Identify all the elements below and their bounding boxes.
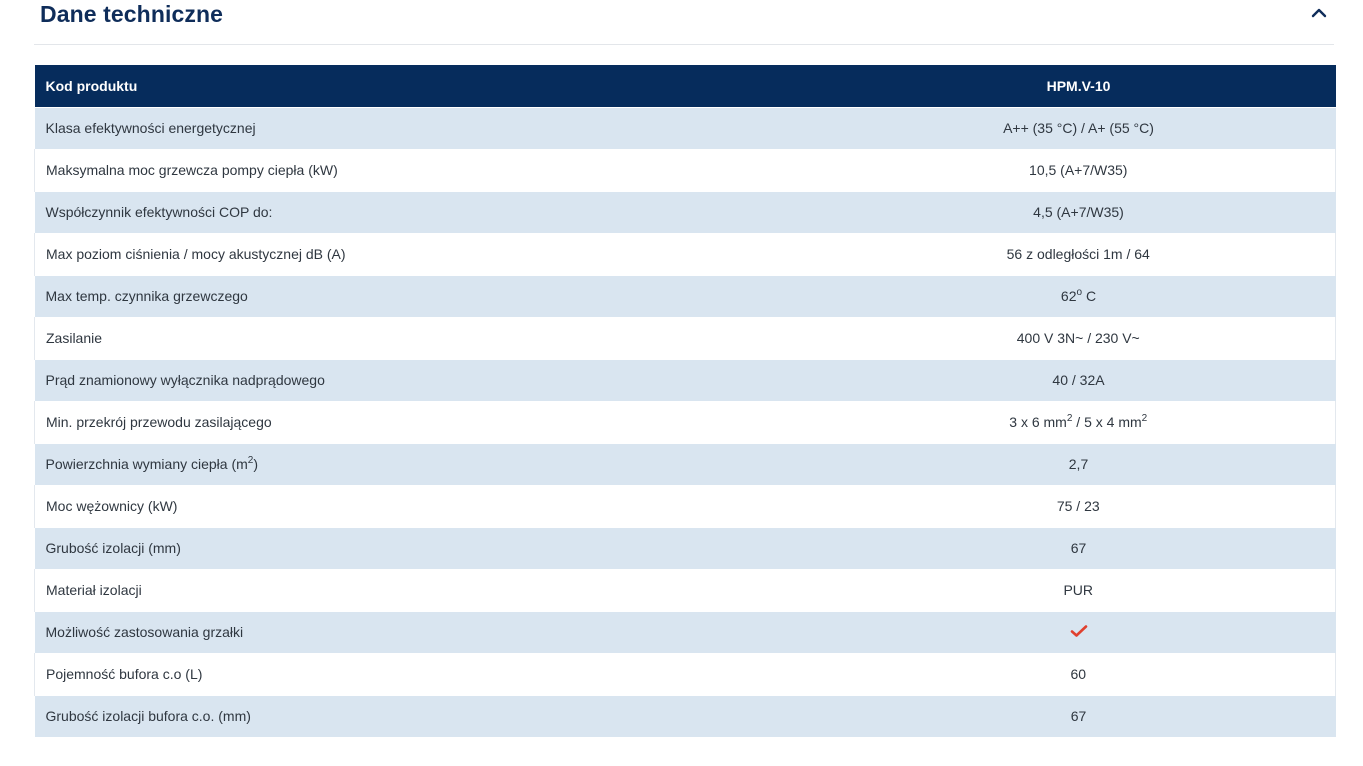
value-main: 62: [1060, 288, 1077, 304]
row-label: Możliwość zastosowania grzałki: [45, 624, 244, 640]
table-row: Grubość izolacji (mm) 67: [34, 527, 1336, 569]
value-tail: C: [1082, 288, 1097, 304]
row-value: 4,5 (A+7/W35): [1033, 204, 1124, 220]
label-main: Powierzchnia wymiany ciepła (m: [45, 456, 248, 472]
value-part-b: / 5 x 4 mm: [1072, 414, 1142, 430]
value-part-b-sup: 2: [1141, 413, 1148, 424]
table-row: Zasilanie 400 V 3N~ / 230 V~: [34, 317, 1336, 359]
table-row: Powierzchnia wymiany ciepła (m2) 2,7: [34, 443, 1336, 485]
table-row: Grubość izolacji bufora c.o. (mm) 67: [34, 695, 1336, 737]
row-label: Powierzchnia wymiany ciepła (m2): [35, 443, 822, 485]
row-label: Współczynnik efektywności COP do:: [45, 204, 273, 220]
row-value: 67: [1070, 540, 1087, 556]
row-value: 400 V 3N~ / 230 V~: [821, 317, 1336, 359]
row-value: 40 / 32A: [1052, 372, 1105, 388]
row-label: Max poziom ciśnienia / mocy akustycznej …: [34, 233, 822, 275]
row-value: 3 x 6 mm2 / 5 x 4 mm2: [821, 401, 1336, 443]
row-value: [822, 611, 1336, 653]
row-value: PUR: [821, 569, 1336, 611]
value-part-a: 3 x 6 mm: [1009, 414, 1067, 430]
row-label: Moc wężownicy (kW): [34, 485, 822, 527]
row-value: 67: [1070, 708, 1087, 725]
checkmark-icon: [1070, 624, 1088, 641]
table-row: Klasa efektywności energetycznej A++ (35…: [34, 107, 1336, 149]
row-value: 75 / 23: [821, 485, 1336, 527]
table-row: Max poziom ciśnienia / mocy akustycznej …: [34, 233, 1336, 275]
row-label: Grubość izolacji bufora c.o. (mm): [45, 708, 251, 725]
table-row: Pojemność bufora c.o (L) 60: [34, 653, 1336, 695]
table-row: Współczynnik efektywności COP do: 4,5 (A…: [34, 191, 1336, 233]
row-value: 62o C: [822, 275, 1336, 317]
row-value: 10,5 (A+7/W35): [821, 149, 1336, 191]
technical-data-section: Dane techniczne Kod produktu HPM.V-10 Kl…: [0, 0, 1363, 766]
table-row: Materiał izolacji PUR: [34, 569, 1336, 611]
table-row: Max temp. czynnika grzewczego 62o C: [34, 275, 1336, 317]
row-value: A++ (35 °C) / A+ (55 °C): [1003, 120, 1154, 136]
row-label: Grubość izolacji (mm): [45, 540, 181, 556]
row-label: Max temp. czynnika grzewczego: [45, 288, 248, 304]
row-label: Min. przekrój przewodu zasilającego: [34, 401, 822, 443]
row-label: Maksymalna moc grzewcza pompy ciepła (kW…: [34, 149, 822, 191]
table-row: Min. przekrój przewodu zasilającego 3 x …: [34, 401, 1336, 443]
section-header[interactable]: Dane techniczne: [34, 0, 1334, 45]
label-tail: ): [253, 456, 259, 472]
table-header-row: Kod produktu HPM.V-10: [34, 65, 1336, 107]
row-label: Prąd znamionowy wyłącznika nadprądowego: [45, 372, 325, 388]
specs-table: Kod produktu HPM.V-10 Klasa efektywności…: [34, 65, 1336, 737]
row-label: Materiał izolacji: [34, 569, 822, 611]
row-label: Klasa efektywności energetycznej: [45, 120, 256, 136]
table-row: Maksymalna moc grzewcza pompy ciepła (kW…: [34, 149, 1336, 191]
table-row: Moc wężownicy (kW) 75 / 23: [34, 485, 1336, 527]
row-value: 56 z odległości 1m / 64: [821, 233, 1336, 275]
header-value: HPM.V-10: [1046, 77, 1111, 94]
row-label: Pojemność bufora c.o (L): [34, 653, 822, 695]
header-label: Kod produktu: [45, 77, 138, 94]
chevron-up-icon[interactable]: [1306, 2, 1332, 24]
row-label: Zasilanie: [34, 317, 822, 359]
table-row: Prąd znamionowy wyłącznika nadprądowego …: [34, 359, 1336, 401]
row-value: 60: [821, 653, 1336, 695]
row-value: 2,7: [1068, 456, 1089, 472]
section-title: Dane techniczne: [40, 1, 223, 27]
table-row: Możliwość zastosowania grzałki: [34, 611, 1336, 653]
